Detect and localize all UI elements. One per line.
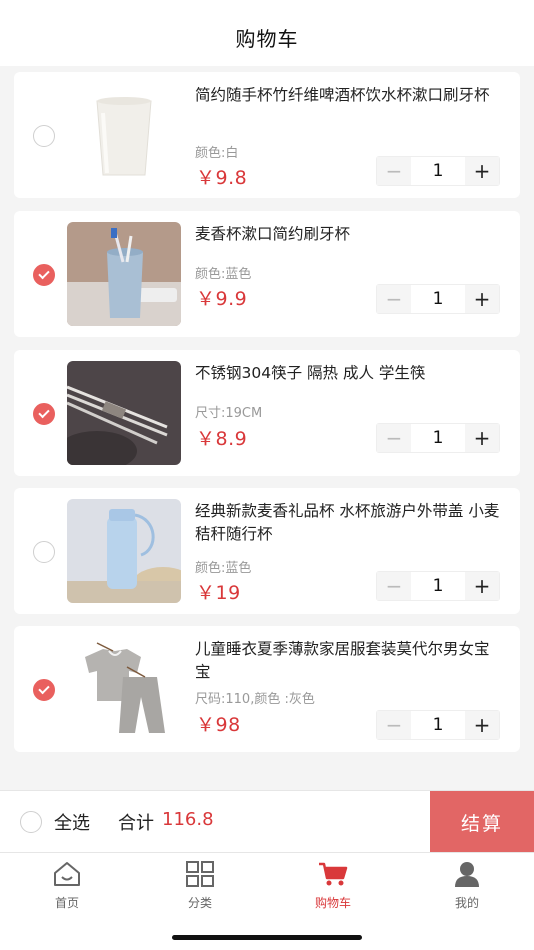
increase-button[interactable]: + xyxy=(465,711,499,739)
increase-button[interactable]: + xyxy=(465,285,499,313)
increase-button[interactable]: + xyxy=(465,424,499,452)
product-name[interactable]: 经典新款麦香礼品杯 水杯旅游户外带盖 小麦秸秆随行杯 xyxy=(195,500,501,546)
product-image-toothbrush-cup[interactable] xyxy=(67,222,181,326)
product-image-pajamas[interactable] xyxy=(67,637,181,741)
product-price: ￥98 xyxy=(196,714,241,736)
tab-label: 分类 xyxy=(187,896,212,910)
decrease-button[interactable]: − xyxy=(377,572,411,600)
cart-item: 麦香杯漱口简约刷牙杯 颜色:蓝色 ￥9.9 − 1 + xyxy=(14,211,520,337)
select-all-checkbox[interactable] xyxy=(20,811,42,833)
tab-category[interactable]: 分类 xyxy=(155,861,245,911)
product-price: ￥19 xyxy=(196,582,241,604)
cart-item: 经典新款麦香礼品杯 水杯旅游户外带盖 小麦秸秆随行杯 颜色:蓝色 ￥19 − 1… xyxy=(14,488,520,614)
total-label: 合计 xyxy=(118,813,154,834)
page-title: 购物车 xyxy=(235,26,299,51)
product-name[interactable]: 儿童睡衣夏季薄款家居服套装莫代尔男女宝宝 xyxy=(195,638,501,684)
total-value: 116.8 xyxy=(162,809,214,830)
quantity-value[interactable]: 1 xyxy=(411,424,465,452)
product-spec: 颜色:白 xyxy=(195,146,239,161)
tab-cart[interactable]: 购物车 xyxy=(288,861,378,911)
decrease-button[interactable]: − xyxy=(377,711,411,739)
user-icon xyxy=(452,861,482,891)
product-price: ￥9.8 xyxy=(196,167,248,189)
product-spec: 尺码:110,颜色 :灰色 xyxy=(195,692,315,707)
item-checkbox[interactable] xyxy=(33,679,55,701)
cart-item: 不锈钢304筷子 隔热 成人 学生筷 尺寸:19CM ￥8.9 − 1 + xyxy=(14,350,520,476)
quantity-value[interactable]: 1 xyxy=(411,711,465,739)
home-icon xyxy=(52,861,82,891)
tab-home[interactable]: 首页 xyxy=(22,861,112,911)
home-indicator xyxy=(172,935,362,940)
tab-label: 我的 xyxy=(454,896,479,910)
quantity-value[interactable]: 1 xyxy=(411,157,465,185)
grid-icon xyxy=(185,861,215,891)
product-spec: 颜色:蓝色 xyxy=(195,561,252,576)
cart-item: 简约随手杯竹纤维啤酒杯饮水杯漱口刷牙杯 颜色:白 ￥9.8 − 1 + xyxy=(14,72,520,198)
product-name[interactable]: 麦香杯漱口简约刷牙杯 xyxy=(195,223,501,246)
cart-item: 儿童睡衣夏季薄款家居服套装莫代尔男女宝宝 尺码:110,颜色 :灰色 ￥98 −… xyxy=(14,626,520,752)
checkout-button[interactable]: 结算 xyxy=(430,791,534,853)
quantity-value[interactable]: 1 xyxy=(411,572,465,600)
select-all-label[interactable]: 全选 xyxy=(54,809,90,835)
quantity-stepper: − 1 + xyxy=(376,284,500,314)
increase-button[interactable]: + xyxy=(465,157,499,185)
decrease-button[interactable]: − xyxy=(377,285,411,313)
item-checkbox[interactable] xyxy=(33,125,55,147)
product-spec: 尺寸:19CM xyxy=(195,406,263,421)
decrease-button[interactable]: − xyxy=(377,424,411,452)
cart-icon xyxy=(318,861,348,891)
quantity-stepper: − 1 + xyxy=(376,423,500,453)
product-image-bottle[interactable] xyxy=(67,499,181,603)
tab-label: 购物车 xyxy=(314,896,351,910)
item-checkbox[interactable] xyxy=(33,541,55,563)
product-spec: 颜色:蓝色 xyxy=(195,267,252,282)
product-name[interactable]: 简约随手杯竹纤维啤酒杯饮水杯漱口刷牙杯 xyxy=(195,84,501,107)
quantity-value[interactable]: 1 xyxy=(411,285,465,313)
header: 购物车 xyxy=(0,0,534,66)
increase-button[interactable]: + xyxy=(465,572,499,600)
quantity-stepper: − 1 + xyxy=(376,571,500,601)
product-image-cup[interactable] xyxy=(67,83,181,187)
item-checkbox[interactable] xyxy=(33,403,55,425)
item-checkbox[interactable] xyxy=(33,264,55,286)
decrease-button[interactable]: − xyxy=(377,157,411,185)
quantity-stepper: − 1 + xyxy=(376,156,500,186)
quantity-stepper: − 1 + xyxy=(376,710,500,740)
product-price: ￥9.9 xyxy=(196,288,248,310)
product-name[interactable]: 不锈钢304筷子 隔热 成人 学生筷 xyxy=(195,362,501,385)
checkout-bar: 全选 合计 116.8 结算 xyxy=(0,790,534,853)
tab-profile[interactable]: 我的 xyxy=(422,861,512,911)
product-image-chopsticks[interactable] xyxy=(67,361,181,465)
product-price: ￥8.9 xyxy=(196,428,248,450)
tab-label: 首页 xyxy=(54,896,79,910)
